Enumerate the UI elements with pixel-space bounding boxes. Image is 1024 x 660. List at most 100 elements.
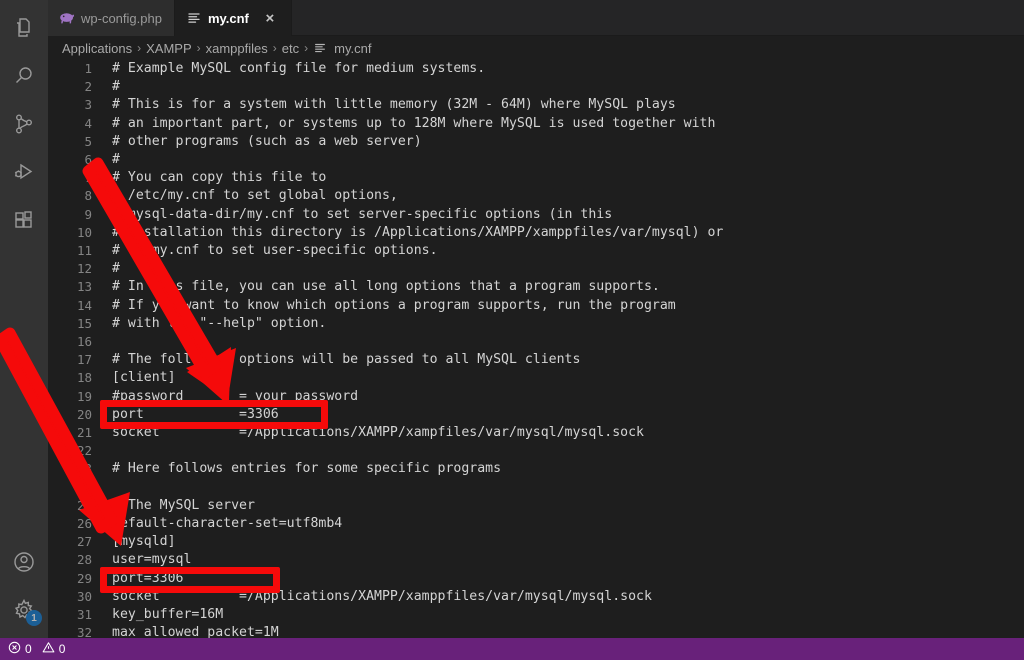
line-number: 25 — [76, 497, 92, 513]
code-line: 31 key_buffer=16M — [48, 606, 1024, 624]
line-number: 16 — [76, 334, 92, 349]
code-line: 12 # — [48, 260, 1024, 278]
code-line: 5 # other programs (such as a web server) — [48, 133, 1024, 151]
source-control-icon[interactable] — [0, 100, 48, 148]
code-editor[interactable]: 1 # Example MySQL config file for medium … — [48, 60, 1024, 638]
line-number: 5 — [84, 133, 92, 149]
code-line: 15 # with the "--help" option. — [48, 315, 1024, 333]
activity-bar-top-group — [0, 0, 48, 244]
config-file-icon — [313, 41, 327, 55]
problems-status-item[interactable]: 0 0 — [8, 641, 65, 657]
line-text: user=mysql — [112, 552, 192, 568]
line-number: 32 — [76, 625, 92, 638]
code-line: 8 # /etc/my.cnf to set global options, — [48, 187, 1024, 205]
breadcrumb-item-etc[interactable]: etc — [282, 41, 299, 56]
tab-label: my.cnf — [207, 10, 249, 26]
chevron-right-icon: › — [304, 41, 309, 55]
gear-badge-count: 1 — [26, 610, 42, 626]
explorer-icon[interactable] — [0, 4, 48, 52]
search-icon[interactable] — [0, 52, 48, 100]
line-text: # other programs (such as a web server) — [112, 133, 422, 149]
code-line: 27 [mysqld] — [48, 533, 1024, 551]
line-number: 30 — [76, 588, 92, 604]
code-line: 13 # In this file, you can use all long o… — [48, 278, 1024, 296]
tab-label: wp-config.php — [81, 10, 162, 26]
error-circle-icon — [8, 641, 21, 657]
activity-bar-bottom-group: 1 — [0, 538, 48, 634]
line-number: 13 — [76, 279, 92, 295]
line-text: max_allowed_packet=1M — [112, 625, 279, 638]
code-line: 23 # Here follows entries for some specif… — [48, 460, 1024, 478]
breadcrumb-item-xamppfiles[interactable]: xamppfiles — [206, 41, 268, 56]
code-line: 20 port =3306 — [48, 406, 1024, 424]
line-number: 2 — [84, 79, 92, 95]
tab-wp-config-php[interactable]: wp-config.php — [48, 0, 175, 36]
code-line: 4 # an important part, or systems up to 1… — [48, 115, 1024, 133]
line-text: # — [112, 261, 120, 277]
code-line: 22 — [48, 442, 1024, 460]
account-icon[interactable] — [0, 538, 48, 586]
line-number: 7 — [84, 170, 92, 186]
line-number: 18 — [76, 370, 92, 386]
line-number: 22 — [76, 443, 92, 459]
line-number: 6 — [84, 152, 92, 167]
code-line: 29 port=3306 — [48, 570, 1024, 588]
line-text: port=3306 — [112, 570, 184, 586]
close-icon[interactable]: × — [261, 9, 279, 27]
code-line: 14 # If you want to know which options a … — [48, 297, 1024, 315]
code-line: 9 # mysql-data-dir/my.cnf to set server-s… — [48, 206, 1024, 224]
code-line: 7 # You can copy this file to — [48, 169, 1024, 187]
code-line: 3 # This is for a system with little memo… — [48, 96, 1024, 114]
gear-icon[interactable]: 1 — [0, 586, 48, 634]
tab-my-cnf[interactable]: my.cnf × — [174, 0, 292, 36]
code-line: 28 user=mysql — [48, 551, 1024, 569]
line-text: key_buffer=16M — [112, 607, 224, 622]
line-number: 31 — [76, 607, 92, 622]
code-line: 24 — [48, 479, 1024, 497]
extensions-icon[interactable] — [0, 196, 48, 244]
run-and-debug-icon[interactable] — [0, 148, 48, 196]
line-text: # Example MySQL config file for medium s… — [112, 61, 486, 76]
line-text: socket =/Applications/XAMPP/xamppfiles/v… — [112, 588, 652, 604]
line-number: 19 — [76, 388, 92, 404]
line-number: 4 — [84, 115, 92, 131]
line-number: 27 — [76, 534, 92, 550]
line-text: # You can copy this file to — [112, 170, 327, 186]
code-line: 6 # — [48, 151, 1024, 169]
activity-bar: 1 — [0, 0, 48, 638]
code-line: 1 # Example MySQL config file for medium … — [48, 60, 1024, 78]
breadcrumb-item-file[interactable]: my.cnf — [334, 41, 371, 56]
line-number: 11 — [76, 243, 92, 258]
line-number: 14 — [76, 297, 92, 313]
code-line: 25 # The MySQL server — [48, 497, 1024, 515]
line-text: # This is for a system with little memor… — [112, 97, 676, 113]
config-file-icon — [186, 10, 202, 26]
line-text: # installation this directory is /Applic… — [112, 224, 724, 240]
error-count: 0 — [25, 642, 32, 656]
breadcrumb-item-applications[interactable]: Applications — [62, 41, 132, 56]
line-number: 29 — [76, 570, 92, 586]
warning-count: 0 — [58, 642, 66, 656]
line-number: 12 — [76, 261, 92, 277]
line-text: # — [112, 152, 120, 167]
code-line: 16 — [48, 333, 1024, 351]
breadcrumb: Applications › XAMPP › xamppfiles › etc … — [48, 36, 1024, 60]
line-text: # ~/.my.cnf to set user-specific options… — [112, 243, 438, 258]
line-number: 15 — [76, 315, 92, 331]
line-text: default-character-set=utf8mb4 — [112, 516, 343, 531]
line-text: #password = your_password — [112, 388, 359, 404]
line-text: socket =/Applications/XAMPP/xampfiles/va… — [112, 425, 644, 440]
breadcrumb-item-xampp[interactable]: XAMPP — [146, 41, 192, 56]
line-text: # The MySQL server — [112, 497, 255, 513]
code-line: 30 socket =/Applications/XAMPP/xamppfiles… — [48, 588, 1024, 606]
code-line: 21 socket =/Applications/XAMPP/xampfiles/… — [48, 424, 1024, 442]
line-text: # /etc/my.cnf to set global options, — [112, 188, 398, 204]
line-text: # an important part, or systems up to 12… — [112, 115, 716, 131]
status-bar: 0 0 — [0, 638, 1024, 660]
editor-tab-bar: wp-config.php my.cnf × — [48, 0, 1024, 36]
code-line: 26 default-character-set=utf8mb4 — [48, 515, 1024, 533]
code-line: 17 # The following options will be passed… — [48, 351, 1024, 369]
line-text: [mysqld] — [112, 534, 176, 550]
line-text: # If you want to know which options a pr… — [112, 297, 676, 313]
code-line: 2 # — [48, 78, 1024, 96]
